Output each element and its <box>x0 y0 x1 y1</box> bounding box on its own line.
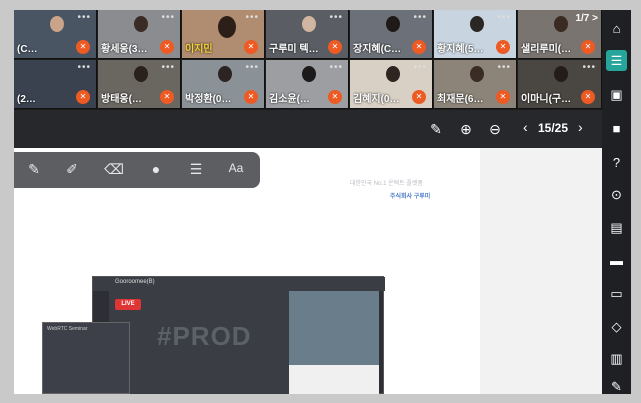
pen-icon[interactable]: ✎ <box>606 376 627 394</box>
participant-name: 이마니(구… <box>521 94 572 105</box>
highlighter-icon[interactable]: ✐ <box>62 161 82 178</box>
presentation-icon[interactable]: ▭ <box>606 283 627 304</box>
participant-tile[interactable]: ••• 구루미 텍… ✕ <box>266 10 349 59</box>
more-icon[interactable]: ••• <box>497 12 511 23</box>
more-icon[interactable]: ••• <box>161 62 175 73</box>
next-page-button[interactable]: › <box>578 119 583 135</box>
participant-name: 황지혜(5… <box>437 44 484 55</box>
participant-tile[interactable]: ••• 김소윤(… ✕ <box>266 60 349 109</box>
participant-tile[interactable]: ••• 이지민 ✕ <box>182 10 265 59</box>
page-indicator: 15/25 <box>538 121 569 135</box>
search-people-icon[interactable]: ⊙ <box>606 184 627 205</box>
mic-muted-icon: ✕ <box>412 90 426 104</box>
participant-name: 황세웅(3… <box>101 44 148 55</box>
slide-tagline: 대한민국 No.1 온택트 플랫폼 <box>350 181 423 187</box>
mic-muted-icon: ✕ <box>328 90 342 104</box>
inner-topbar: Gooroomee(B) <box>93 277 385 291</box>
drawing-toolbar: ✎ ✐ ⌫ ● ☰ Aa <box>14 152 260 188</box>
mic-muted-icon: ✕ <box>412 40 426 54</box>
more-icon[interactable]: ••• <box>413 12 427 23</box>
more-icon[interactable]: ••• <box>245 12 259 23</box>
more-icon[interactable]: ••• <box>329 12 343 23</box>
mic-muted-icon: ✕ <box>160 90 174 104</box>
text-tool-icon[interactable]: Aa <box>226 161 246 175</box>
participant-tile[interactable]: ••• 이마니(구… ✕ <box>518 60 602 109</box>
contacts-icon[interactable]: ▣ <box>606 84 627 105</box>
slide-margin <box>480 148 602 394</box>
more-icon[interactable]: ••• <box>497 62 511 73</box>
pen-icon[interactable]: ✎ <box>426 119 446 139</box>
participant-name: 샐리루미(… <box>521 44 572 55</box>
app-screen: ••• (C… ✕ ••• 황세웅(3… ✕ ••• 이지민 ✕ ••• 구루미… <box>14 10 631 394</box>
more-icon[interactable]: ••• <box>161 12 175 23</box>
eraser-icon[interactable]: ⌫ <box>104 161 124 178</box>
inner-participant-video <box>289 291 379 365</box>
mic-muted-icon: ✕ <box>328 40 342 54</box>
screenshot-frame: ••• (C… ✕ ••• 황세웅(3… ✕ ••• 이지민 ✕ ••• 구루미… <box>0 0 641 403</box>
participant-tile[interactable]: ••• 최재문(6… ✕ <box>434 60 517 109</box>
shape-circle-icon[interactable]: ● <box>146 161 166 177</box>
mic-muted-icon: ✕ <box>581 40 595 54</box>
inner-participant-list <box>289 365 379 394</box>
chat-icon[interactable]: ▤ <box>606 217 627 238</box>
more-icon[interactable]: ••• <box>245 62 259 73</box>
pen-tool-icon[interactable]: ✎ <box>24 161 44 178</box>
zoom-in-icon[interactable]: ⊕ <box>456 119 476 139</box>
participant-tile[interactable]: ••• 박정환(0… ✕ <box>182 60 265 109</box>
mic-muted-icon: ✕ <box>581 90 595 104</box>
mic-muted-icon: ✕ <box>496 90 510 104</box>
inner-title: Gooroomee(B) <box>115 279 155 285</box>
participant-tile[interactable]: ••• (2… ✕ <box>14 60 97 109</box>
participant-name: 구루미 텍… <box>269 44 319 55</box>
embedded-screenshot: Gooroomee(B) #PROD LIVE <box>92 276 385 394</box>
embedded-screenshot-2: WebRTC Seminar <box>42 322 130 394</box>
line-width-icon[interactable]: ☰ <box>186 161 206 178</box>
participant-tile[interactable]: ••• 황세웅(3… ✕ <box>98 10 181 59</box>
mic-muted-icon: ✕ <box>496 40 510 54</box>
camera-icon[interactable]: ■ <box>606 118 627 139</box>
mic-muted-icon: ✕ <box>160 40 174 54</box>
more-icon[interactable]: ••• <box>329 62 343 73</box>
participant-name: 김혜지(0… <box>353 94 400 105</box>
mic-muted-icon: ✕ <box>76 40 90 54</box>
participant-name: 장지혜(C… <box>353 44 402 55</box>
more-icon[interactable]: ••• <box>77 62 91 73</box>
help-icon[interactable]: ? <box>606 152 627 173</box>
participant-name: 이지민 <box>185 44 213 55</box>
participant-tile[interactable]: ••• 장지혜(C… ✕ <box>350 10 433 59</box>
more-icon[interactable]: ••• <box>413 62 427 73</box>
home-icon[interactable]: ⌂ <box>606 18 627 39</box>
participant-name: 김소윤(… <box>269 94 310 105</box>
inner2-title: WebRTC Seminar <box>47 326 88 332</box>
participant-name: (C… <box>17 44 38 55</box>
presentation-toolbar: ✎ ⊕ ⊖ ‹ 15/25 › <box>14 110 602 148</box>
participant-name: (2… <box>17 94 36 105</box>
participant-tile[interactable]: ••• 김혜지(0… ✕ <box>350 60 433 109</box>
participant-tile[interactable]: ••• 방태웅(… ✕ <box>98 60 181 109</box>
mic-muted-icon: ✕ <box>244 90 258 104</box>
participant-name: 박정환(0… <box>185 94 232 105</box>
slide-company: 주식회사 구루미 <box>390 194 431 200</box>
share-icon[interactable]: ◇ <box>606 316 627 337</box>
live-badge: LIVE <box>115 299 141 310</box>
screen-icon[interactable]: ▥ <box>606 348 627 369</box>
prod-backdrop-text: #PROD <box>157 321 252 351</box>
right-sidebar: ⌂ ☰ ▣ ■ ? ⊙ ▤ ▬ ▭ ◇ ▥ ✎ <box>602 10 631 394</box>
participant-name: 최재문(6… <box>437 94 484 105</box>
grid-page-counter[interactable]: 1/7 > <box>575 13 598 24</box>
more-icon[interactable]: ••• <box>582 62 596 73</box>
zoom-out-icon[interactable]: ⊖ <box>485 119 505 139</box>
more-icon[interactable]: ••• <box>77 12 91 23</box>
prev-page-button[interactable]: ‹ <box>523 119 528 135</box>
participant-grid: ••• (C… ✕ ••• 황세웅(3… ✕ ••• 이지민 ✕ ••• 구루미… <box>14 10 602 110</box>
participant-tile[interactable]: ••• 황지혜(5… ✕ <box>434 10 517 59</box>
mic-muted-icon: ✕ <box>76 90 90 104</box>
participant-name: 방태웅(… <box>101 94 142 105</box>
mic-muted-icon: ✕ <box>244 40 258 54</box>
folder-icon[interactable]: ▬ <box>606 250 627 271</box>
participant-tile[interactable]: ••• (C… ✕ <box>14 10 97 59</box>
list-icon[interactable]: ☰ <box>606 50 627 71</box>
